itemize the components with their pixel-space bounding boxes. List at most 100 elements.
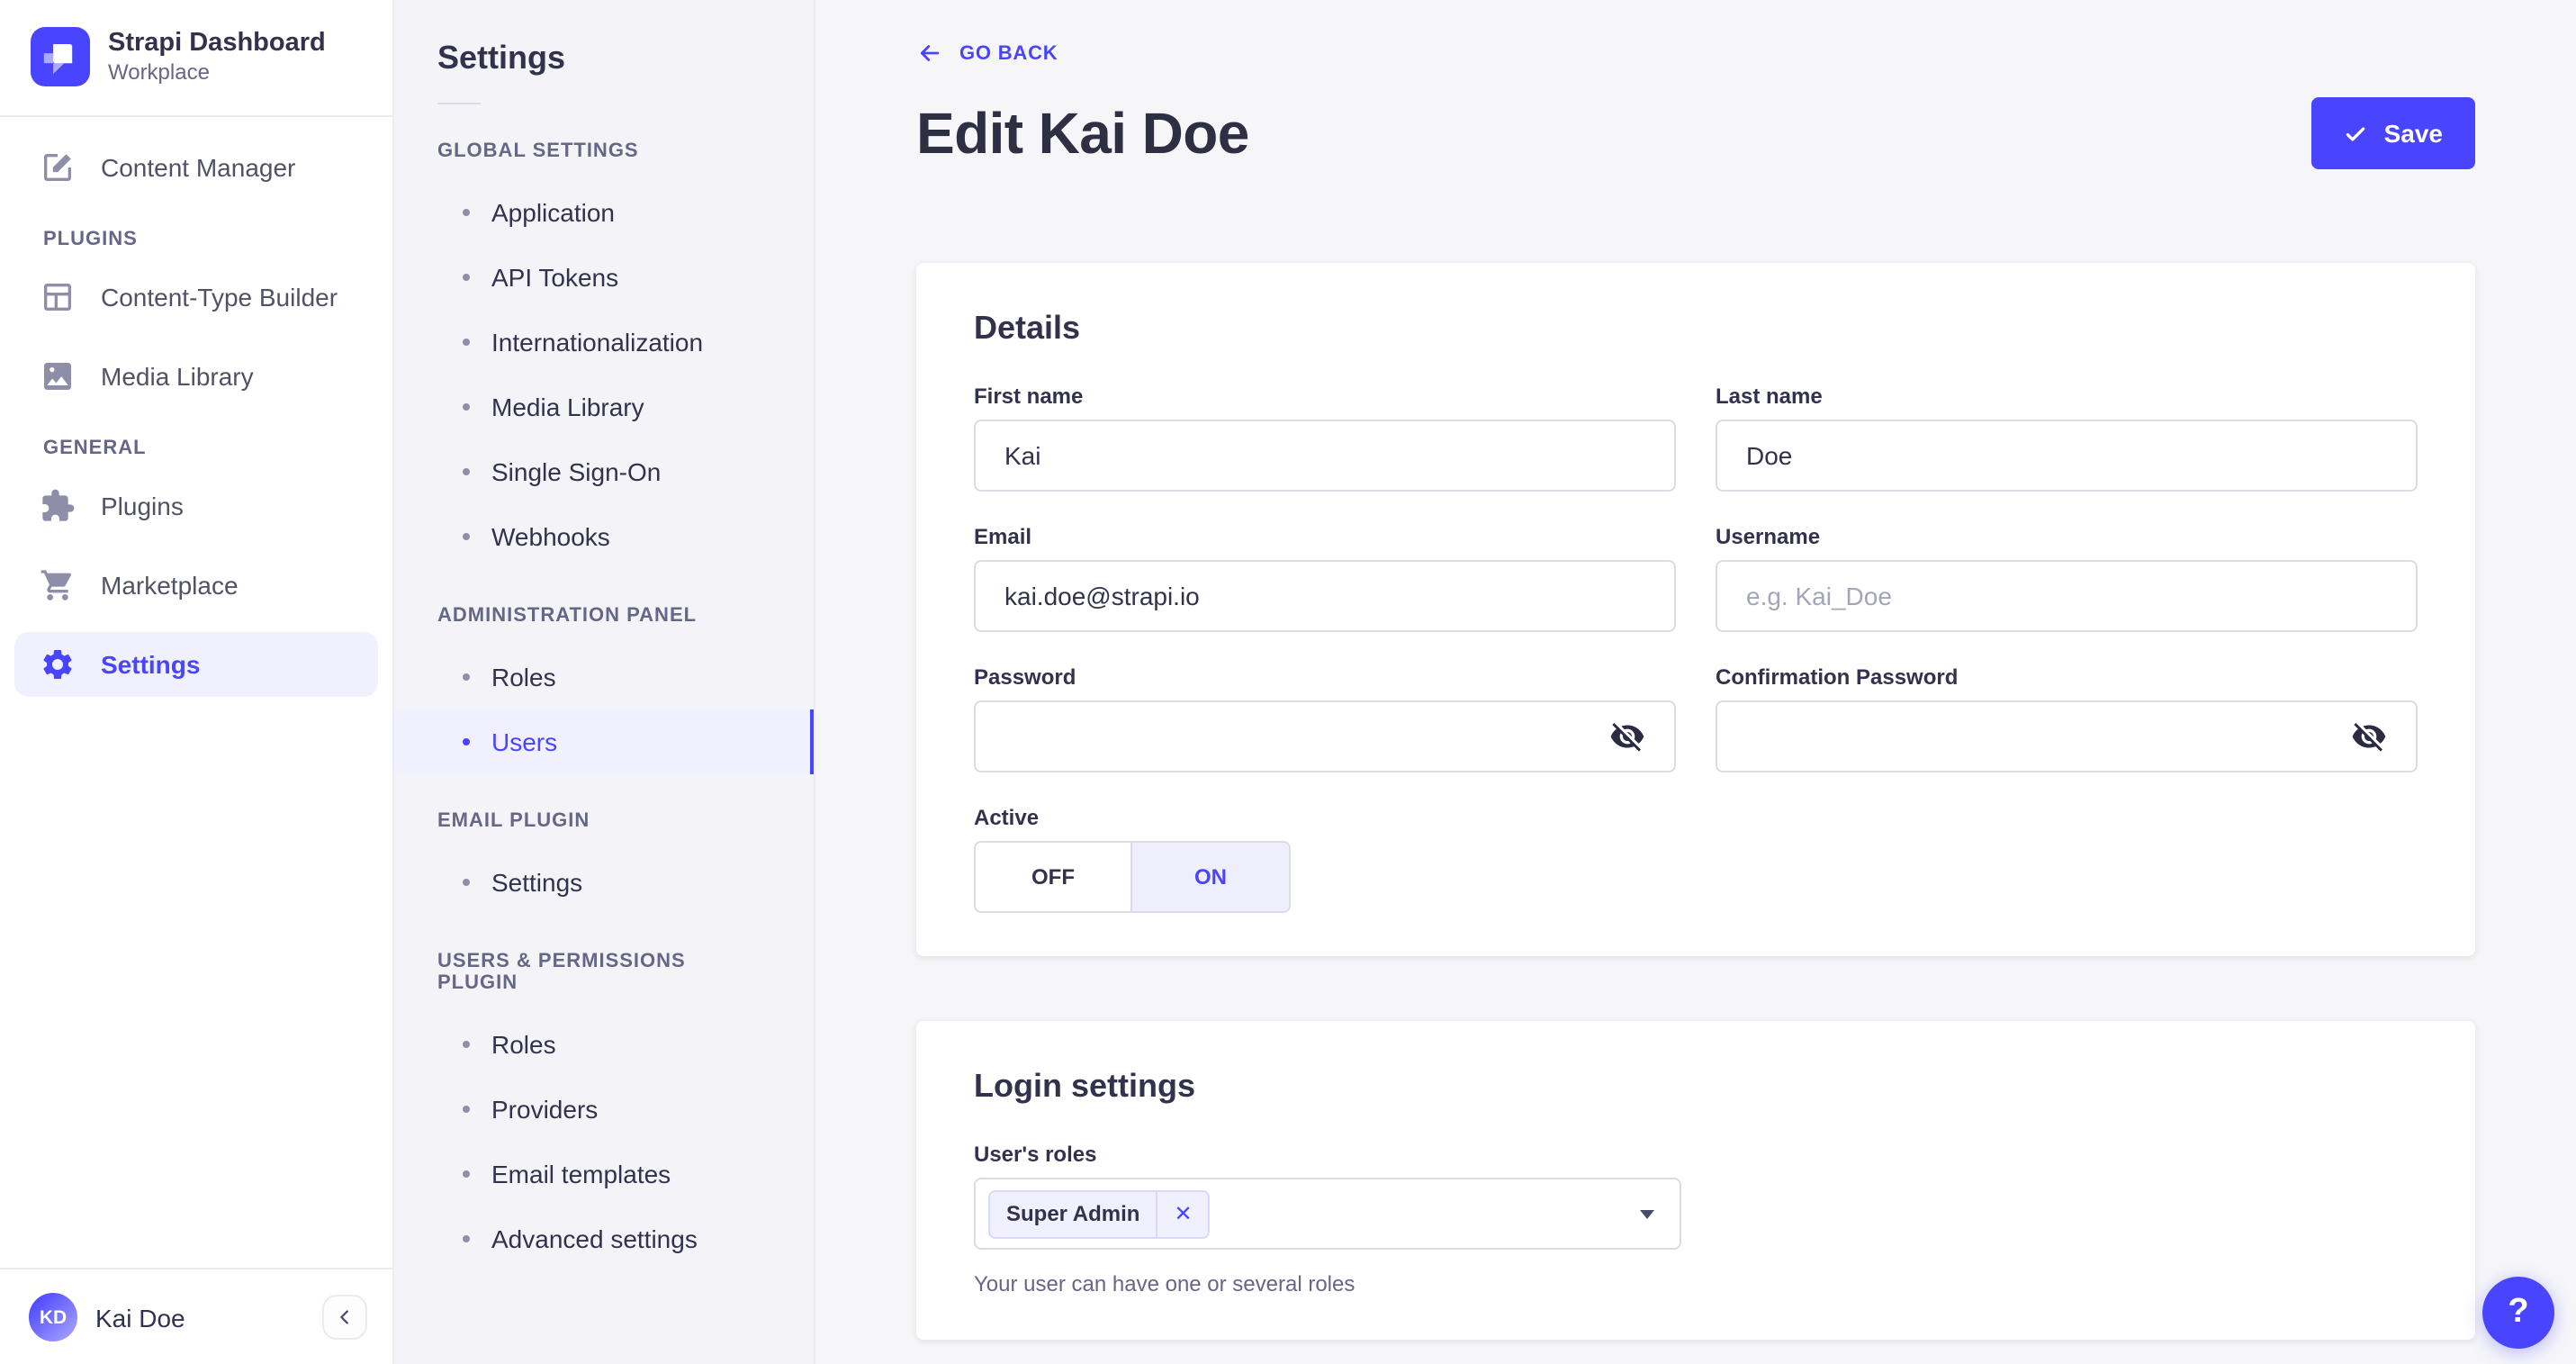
app-title: Strapi Dashboard [108,29,326,58]
bullet-icon [463,1041,470,1048]
user-name: Kai Doe [95,1303,185,1332]
sidebar-item-label: Content Manager [101,152,296,182]
workspace-titles: Strapi Dashboard Workplace [108,27,326,87]
password-input[interactable] [1004,722,1609,751]
sidebar-item-media-library[interactable]: Media Library [14,343,378,408]
subnav-item-email-settings[interactable]: Settings [394,850,814,915]
active-toggle-on[interactable]: ON [1132,843,1289,911]
bullet-icon [463,879,470,886]
subnav-section-users-permissions: USERS & PERMISSIONS PLUGIN Roles Provide… [394,951,814,1271]
eye-off-icon [1610,723,1644,752]
help-button[interactable]: ? [2482,1277,2554,1349]
subnav-divider [437,103,481,104]
user-roles-select[interactable]: Super Admin ✕ [974,1178,1681,1250]
sidebar-section-general: GENERAL [43,437,147,459]
subnav-item-single-sign-on[interactable]: Single Sign-On [394,439,814,504]
subnav-item-up-providers[interactable]: Providers [394,1077,814,1142]
bullet-icon [463,274,470,281]
bullet-icon [463,403,470,411]
sidebar-item-label: Media Library [101,361,254,391]
shopping-cart-icon [40,566,76,602]
last-name-label: Last name [1716,384,1823,409]
sidebar-item-settings[interactable]: Settings [14,631,378,697]
save-button[interactable]: Save [2311,97,2475,169]
subnav-section-email-plugin: EMAIL PLUGIN Settings [394,810,814,915]
bullet-icon [463,1235,470,1242]
bullet-icon [463,1106,470,1113]
details-card: Details First name Last name Email [916,263,2475,956]
gear-icon [40,646,76,682]
first-name-input[interactable] [1004,441,1645,470]
active-toggle-off[interactable]: OFF [976,843,1132,911]
sidebar-item-content-manager[interactable]: Content Manager [14,134,378,199]
user-roles-field-group: User's roles Super Admin ✕ Your user can… [974,1142,2418,1296]
main-sidebar: Strapi Dashboard Workplace Content Manag… [0,0,394,1364]
sidebar-item-content-type-builder[interactable]: Content-Type Builder [14,264,378,329]
sidebar-section-plugins: PLUGINS [43,228,138,250]
main-content: GO BACK Edit Kai Doe Save Details First … [815,0,2576,1364]
feather-pen-icon [40,149,76,185]
strapi-logo-icon [31,27,90,87]
active-label: Active [974,805,1040,830]
sidebar-nav: Content Manager PLUGINS Content-Type Bui… [0,116,392,1268]
login-settings-heading: Login settings [974,1068,1195,1104]
settings-subnav: Settings GLOBAL SETTINGS Application API… [394,0,815,1364]
sidebar-footer: KD Kai Doe [0,1268,392,1364]
first-name-field-group: First name [974,384,1676,492]
sidebar-item-marketplace[interactable]: Marketplace [14,552,378,617]
active-field-group: Active OFF ON [974,805,1676,913]
email-input[interactable] [1004,582,1645,610]
subnav-item-up-roles[interactable]: Roles [394,1012,814,1077]
subnav-item-up-email-templates[interactable]: Email templates [394,1142,814,1206]
eye-off-icon [2352,723,2386,752]
last-name-input[interactable] [1746,441,2387,470]
workspace-name: Workplace [108,59,210,86]
puzzle-icon [40,487,76,523]
remove-role-button[interactable]: ✕ [1156,1191,1208,1236]
sidebar-item-label: Settings [101,649,201,679]
confirmation-password-label: Confirmation Password [1716,664,1959,690]
password-field-group: Password [974,664,1676,772]
confirmation-password-input[interactable] [1746,722,2351,751]
page-title: Edit Kai Doe [916,100,1249,165]
app: Strapi Dashboard Workplace Content Manag… [0,0,2576,1364]
username-field-group: Username [1716,524,2418,632]
subnav-item-media-library[interactable]: Media Library [394,375,814,439]
toggle-password-visibility-button[interactable] [1609,718,1645,754]
page-header: Edit Kai Doe Save [916,97,2475,169]
bullet-icon [463,339,470,346]
subnav-item-internationalization[interactable]: Internationalization [394,310,814,375]
subnav-item-up-advanced-settings[interactable]: Advanced settings [394,1206,814,1271]
subnav-title: Settings [437,40,566,76]
workspace-header[interactable]: Strapi Dashboard Workplace [0,0,392,114]
subnav-item-admin-users[interactable]: Users [394,709,814,774]
subnav-item-api-tokens[interactable]: API Tokens [394,245,814,310]
email-label: Email [974,524,1032,549]
layout-grid-icon [40,278,76,314]
go-back-link[interactable]: GO BACK [916,40,1058,67]
details-form: First name Last name Email [974,384,2418,913]
last-name-field-group: Last name [1716,384,2418,492]
bullet-icon [463,468,470,475]
avatar: KD [29,1293,77,1341]
chevron-down-icon [1640,1209,1654,1218]
roles-helper-text: Your user can have one or several roles [974,1271,1356,1296]
subnav-section-administration-panel: ADMINISTRATION PANEL Roles Users [394,605,814,774]
subnav-item-application[interactable]: Application [394,180,814,245]
go-back-label: GO BACK [959,42,1058,64]
subnav-item-webhooks[interactable]: Webhooks [394,504,814,569]
subnav-item-admin-roles[interactable]: Roles [394,645,814,709]
bullet-icon [463,209,470,216]
confirmation-password-field-group: Confirmation Password [1716,664,2418,772]
username-input[interactable] [1746,582,2387,610]
check-icon [2346,126,2365,140]
sidebar-item-label: Content-Type Builder [101,282,338,312]
sidebar-item-plugins[interactable]: Plugins [14,473,378,537]
toggle-confirmation-visibility-button[interactable] [2351,718,2387,754]
arrow-left-icon [920,45,940,61]
sidebar-item-label: Marketplace [101,570,239,600]
collapse-sidebar-button[interactable] [322,1295,367,1340]
save-button-label: Save [2383,119,2443,148]
bullet-icon [463,533,470,540]
user-roles-label: User's roles [974,1142,1097,1167]
